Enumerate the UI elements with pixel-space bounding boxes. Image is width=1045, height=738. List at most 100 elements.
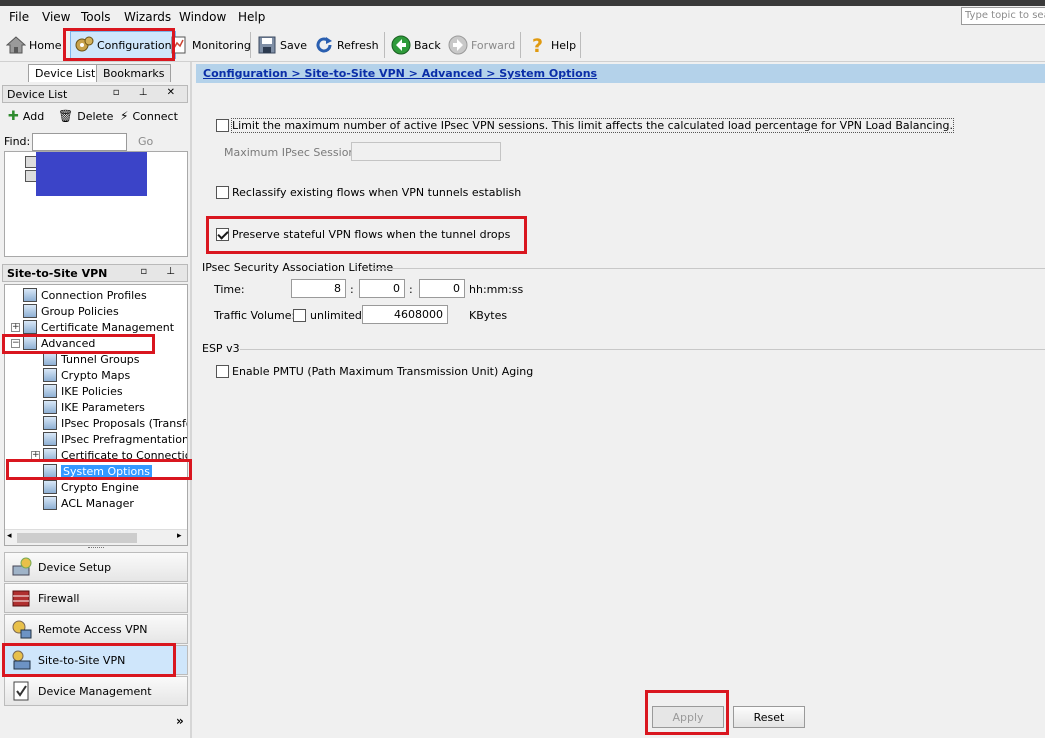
tree-item[interactable]: Crypto Maps xyxy=(31,367,130,383)
tree-item[interactable]: IPsec Proposals (Transfor xyxy=(31,415,188,431)
highlight-box-advanced xyxy=(2,334,155,354)
home-button[interactable]: Home xyxy=(5,31,62,59)
trash-icon: 🗑 xyxy=(58,109,74,123)
tree-item-label: Certificate Management xyxy=(41,320,175,334)
reclassify-flows-label: Reclassify existing flows when VPN tunne… xyxy=(232,186,522,199)
tree-item[interactable]: Crypto Engine xyxy=(31,479,139,495)
crypto-maps-icon xyxy=(43,368,57,382)
tree-item-label: Connection Profiles xyxy=(41,288,147,302)
toolbar-separator xyxy=(250,32,251,58)
connect-device-button[interactable]: ⚡ Connect xyxy=(120,109,178,123)
menu-file[interactable]: File xyxy=(9,10,29,24)
time-colon: : xyxy=(409,283,413,296)
tab-bookmarks[interactable]: Bookmarks xyxy=(96,64,172,82)
tree-item-label: ACL Manager xyxy=(61,496,134,510)
tree-item[interactable]: IPsec Prefragmentation Po xyxy=(31,431,188,447)
tree-item[interactable]: IKE Parameters xyxy=(31,399,145,415)
tree-item-label: IPsec Proposals (Transfor xyxy=(61,416,188,430)
tab-device-list[interactable]: Device List xyxy=(28,64,103,82)
menu-tools[interactable]: Tools xyxy=(81,10,111,24)
menu-window[interactable]: Window xyxy=(179,10,226,24)
tree-item-label: IKE Policies xyxy=(61,384,123,398)
reclassify-flows-checkbox[interactable] xyxy=(216,186,229,199)
nav-firewall[interactable]: Firewall xyxy=(4,583,188,613)
scroll-right-icon[interactable]: ▸ xyxy=(177,531,182,541)
menu-view[interactable]: View xyxy=(42,10,70,24)
refresh-icon xyxy=(314,35,334,55)
max-sessions-label: Maximum IPsec Sessions: xyxy=(224,146,365,159)
monitoring-button-label: Monitoring xyxy=(192,38,251,52)
crypto-engine-icon xyxy=(43,480,57,494)
section-title: Site-to-Site VPN xyxy=(7,267,108,280)
tree-item[interactable]: Group Policies xyxy=(11,303,119,319)
unlimited-checkbox[interactable] xyxy=(293,309,306,322)
section-header: Site-to-Site VPN ▫ ⊥ xyxy=(2,264,188,282)
find-input[interactable] xyxy=(32,133,127,151)
highlight-box-apply xyxy=(645,690,729,735)
plus-icon: ✚ xyxy=(8,109,19,124)
back-button-label: Back xyxy=(414,38,441,52)
add-device-button[interactable]: ✚ Add xyxy=(8,109,44,124)
traffic-volume-input[interactable]: 4608000 xyxy=(362,305,448,324)
scroll-left-icon[interactable]: ◂ xyxy=(7,531,12,541)
tree-item-label: IPsec Prefragmentation Po xyxy=(61,432,188,446)
highlight-box-configuration xyxy=(63,28,175,61)
tree-item[interactable]: Connection Profiles xyxy=(11,287,147,303)
time-hours-input[interactable]: 8 xyxy=(291,279,346,298)
delete-device-button[interactable]: 🗑 Delete xyxy=(58,109,113,123)
scroll-thumb[interactable] xyxy=(17,533,137,543)
max-sessions-input[interactable] xyxy=(351,142,501,161)
panel-controls[interactable]: ▫ ⊥ xyxy=(140,266,183,277)
help-search-input[interactable]: Type topic to sea xyxy=(961,7,1045,25)
panel-divider[interactable] xyxy=(190,62,192,738)
toolbar-separator xyxy=(384,32,385,58)
plug-icon: ⚡ xyxy=(120,109,129,123)
ipsec-prefrag-icon xyxy=(43,432,57,446)
tree-item-label: Group Policies xyxy=(41,304,119,318)
tree-item-label: IKE Parameters xyxy=(61,400,145,414)
home-button-label: Home xyxy=(29,38,62,52)
pmtu-aging-checkbox[interactable] xyxy=(216,365,229,378)
save-button[interactable]: Save xyxy=(257,31,307,59)
refresh-button[interactable]: Refresh xyxy=(314,31,379,59)
time-minutes-input[interactable]: 0 xyxy=(359,279,405,298)
forward-button[interactable]: Forward xyxy=(448,31,515,59)
breadcrumb-path[interactable]: Configuration > Site-to-Site VPN > Advan… xyxy=(203,67,597,80)
splitter-grip[interactable] xyxy=(88,547,104,550)
monitoring-button[interactable]: Monitoring xyxy=(169,31,251,59)
left-panel-tabs: Device List Bookmarks xyxy=(0,62,190,82)
remote-access-vpn-icon xyxy=(11,618,33,640)
go-button[interactable]: Go xyxy=(138,135,153,148)
connection-profiles-icon xyxy=(23,288,37,302)
toolbar-separator xyxy=(520,32,521,58)
limit-sessions-checkbox[interactable] xyxy=(216,119,229,132)
device-list-header: Device List ▫ ⊥ ✕ xyxy=(2,85,188,103)
expand-icon[interactable]: + xyxy=(11,322,20,332)
device-list-title: Device List xyxy=(7,88,68,101)
device-tree[interactable] xyxy=(4,151,188,257)
nav-device-management-label: Device Management xyxy=(38,684,152,698)
tree-item-label: Crypto Maps xyxy=(61,368,131,382)
panel-controls[interactable]: ▫ ⊥ ✕ xyxy=(113,87,183,98)
tree-item[interactable]: + Certificate Management xyxy=(11,319,174,335)
tree-item[interactable]: IKE Policies xyxy=(31,383,123,399)
time-seconds-input[interactable]: 0 xyxy=(419,279,465,298)
toolbar-separator xyxy=(580,32,581,58)
tree-item[interactable]: ACL Manager xyxy=(31,495,134,511)
menu-wizards[interactable]: Wizards xyxy=(124,10,171,24)
nav-device-management[interactable]: Device Management xyxy=(4,676,188,706)
back-button[interactable]: Back xyxy=(391,31,441,59)
help-button[interactable]: ? Help xyxy=(528,31,576,59)
nav-remote-access-vpn[interactable]: Remote Access VPN xyxy=(4,614,188,644)
highlight-box-system-options xyxy=(6,459,192,480)
reset-button[interactable]: Reset xyxy=(733,706,805,728)
sa-lifetime-group-title: IPsec Security Association Lifetime xyxy=(202,261,394,274)
more-nav-chevron-icon[interactable]: » xyxy=(176,714,184,728)
nav-device-setup[interactable]: Device Setup xyxy=(4,552,188,582)
menu-bar: File View Tools Wizards Window Help xyxy=(0,6,1045,28)
menu-help[interactable]: Help xyxy=(238,10,265,24)
nav-remote-access-vpn-label: Remote Access VPN xyxy=(38,622,148,636)
question-mark-icon: ? xyxy=(528,35,548,57)
group-divider xyxy=(240,349,1045,350)
tree-horizontal-scrollbar[interactable]: ◂ ▸ xyxy=(5,529,187,545)
